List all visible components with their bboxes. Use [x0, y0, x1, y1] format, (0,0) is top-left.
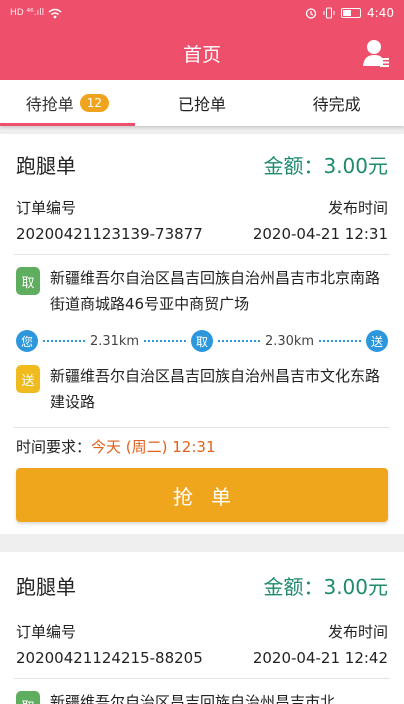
time-label: 时间要求： — [16, 438, 92, 456]
time-value: 今天 (周二) 12:31 — [91, 438, 216, 456]
clock: 4:40 — [367, 6, 394, 20]
pickup-address: 取 新疆维吾尔自治区昌吉回族自治州昌吉市北京南路街道商城路46号亚中商贸广场 — [16, 265, 388, 317]
count-badge: 12 — [79, 94, 109, 112]
pickup-address-text: 新疆维吾尔自治区昌吉回族自治州昌吉市北京南路街道商城路46号亚中商贸广场 — [50, 269, 381, 313]
user-profile-button[interactable] — [362, 38, 390, 68]
alarm-icon — [305, 8, 317, 19]
tab-pending-grab[interactable]: 待抢单 12 — [0, 80, 135, 126]
order-amount: 金额：3.00元 — [263, 574, 388, 599]
order-no-label: 订单编号 — [16, 622, 77, 641]
dotted-line — [43, 340, 85, 342]
page-title: 首页 — [182, 43, 221, 66]
tab-grabbed[interactable]: 已抢单 — [135, 80, 270, 126]
order-type: 跑腿单 — [16, 574, 76, 599]
order-amount: 金额：3.00元 — [263, 153, 388, 178]
user-icon — [363, 40, 389, 67]
signal-icon: HD ⁴⁶.ıll — [10, 8, 45, 18]
publish-time: 2020-04-21 12:42 — [252, 649, 388, 667]
divider — [14, 678, 390, 679]
dotted-line — [319, 340, 362, 342]
tab-label: 待抢单 — [25, 95, 74, 114]
order-tabs: 待抢单 12 已抢单 待完成 — [0, 80, 404, 126]
delivery-address: 送 新疆维吾尔自治区昌吉回族自治州昌吉市文化东路建设路 — [16, 363, 388, 415]
divider — [14, 427, 390, 428]
route-line: 您 2.31km 取 2.30km 送 — [16, 329, 389, 353]
status-bar: HD ⁴⁶.ıll 4:40 — [0, 0, 404, 26]
publish-time: 2020-04-21 12:31 — [252, 225, 388, 243]
order-card[interactable]: 跑腿单 金额：3.00元 订单编号 发布时间 20200421124215-88… — [0, 552, 404, 704]
pickup-tag: 取 — [16, 691, 40, 704]
publish-time-label: 发布时间 — [327, 622, 388, 641]
delivery-address-text: 新疆维吾尔自治区昌吉回族自治州昌吉市文化东路建设路 — [50, 367, 381, 411]
divider — [14, 254, 390, 255]
tab-to-complete[interactable]: 待完成 — [269, 80, 404, 126]
pickup-node: 取 — [191, 330, 214, 352]
battery-icon — [341, 8, 362, 18]
grab-order-button[interactable]: 抢单 — [16, 468, 388, 522]
distance-to-pickup: 2.31km — [89, 333, 140, 349]
vibrate-icon — [323, 7, 335, 19]
wifi-icon — [48, 8, 62, 18]
time-requirement: 时间要求：今天 (周二) 12:31 — [16, 436, 388, 460]
dotted-line — [218, 340, 260, 342]
tab-label: 已抢单 — [178, 95, 227, 114]
you-node: 您 — [16, 330, 38, 352]
dotted-line — [144, 340, 187, 342]
pickup-address-text: 新疆维吾尔自治区昌吉回族自治州昌吉市北 — [50, 693, 336, 704]
pickup-tag: 取 — [16, 267, 40, 295]
pickup-address: 取 新疆维吾尔自治区昌吉回族自治州昌吉市北 — [16, 689, 388, 704]
order-type: 跑腿单 — [16, 153, 76, 178]
tab-label: 待完成 — [312, 95, 361, 114]
delivery-node: 送 — [366, 330, 389, 352]
delivery-tag: 送 — [16, 365, 40, 393]
order-no: 20200421123139-73877 — [16, 225, 203, 243]
publish-time-label: 发布时间 — [327, 198, 388, 217]
order-card[interactable]: 跑腿单 金额：3.00元 订单编号 发布时间 20200421123139-73… — [0, 134, 404, 534]
title-bar: 首页 — [0, 26, 404, 80]
order-no: 20200421124215-88205 — [16, 649, 203, 667]
distance-to-delivery: 2.30km — [264, 333, 315, 349]
order-no-label: 订单编号 — [16, 198, 77, 217]
